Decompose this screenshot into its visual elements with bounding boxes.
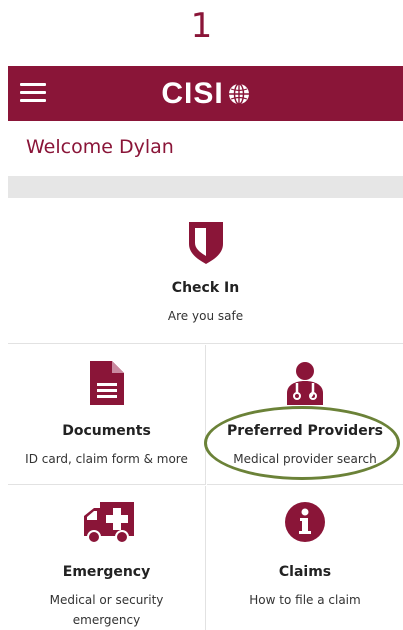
shield-icon: [189, 222, 223, 264]
emergency-subtitle-line2: emergency: [72, 613, 141, 627]
ambulance-icon: [83, 502, 134, 544]
emergency-tile[interactable]: Emergency Medical or security emergency: [8, 486, 206, 630]
documents-subtitle: ID card, claim form & more: [25, 452, 188, 466]
doctor-icon: [287, 362, 323, 405]
app-screen: CISI Welcome Dylan Check In Are you safe: [8, 66, 403, 630]
welcome-message: Welcome Dylan: [26, 136, 174, 158]
brand-logo: CISI: [8, 66, 403, 121]
highlight-annotation: [204, 406, 400, 480]
app-header: CISI: [8, 66, 403, 121]
emergency-title: Emergency: [62, 564, 151, 580]
check-in-tile[interactable]: Check In Are you safe: [8, 198, 403, 344]
step-number: 1: [190, 6, 213, 46]
globe-icon: [228, 82, 249, 105]
check-in-title: Check In: [171, 280, 240, 296]
claims-tile[interactable]: Claims How to file a claim: [207, 486, 403, 630]
emergency-subtitle: Medical or security emergency: [8, 590, 205, 630]
emergency-subtitle-line1: Medical or security: [49, 593, 164, 607]
info-icon: [285, 502, 325, 542]
claims-title: Claims: [278, 564, 332, 580]
section-divider: [8, 176, 403, 198]
documents-tile[interactable]: Documents ID card, claim form & more: [8, 345, 206, 485]
document-icon: [89, 361, 124, 405]
documents-title: Documents: [62, 423, 151, 439]
check-in-subtitle: Are you safe: [167, 309, 244, 323]
claims-subtitle: How to file a claim: [249, 593, 361, 607]
brand-text: CISI: [161, 76, 224, 110]
